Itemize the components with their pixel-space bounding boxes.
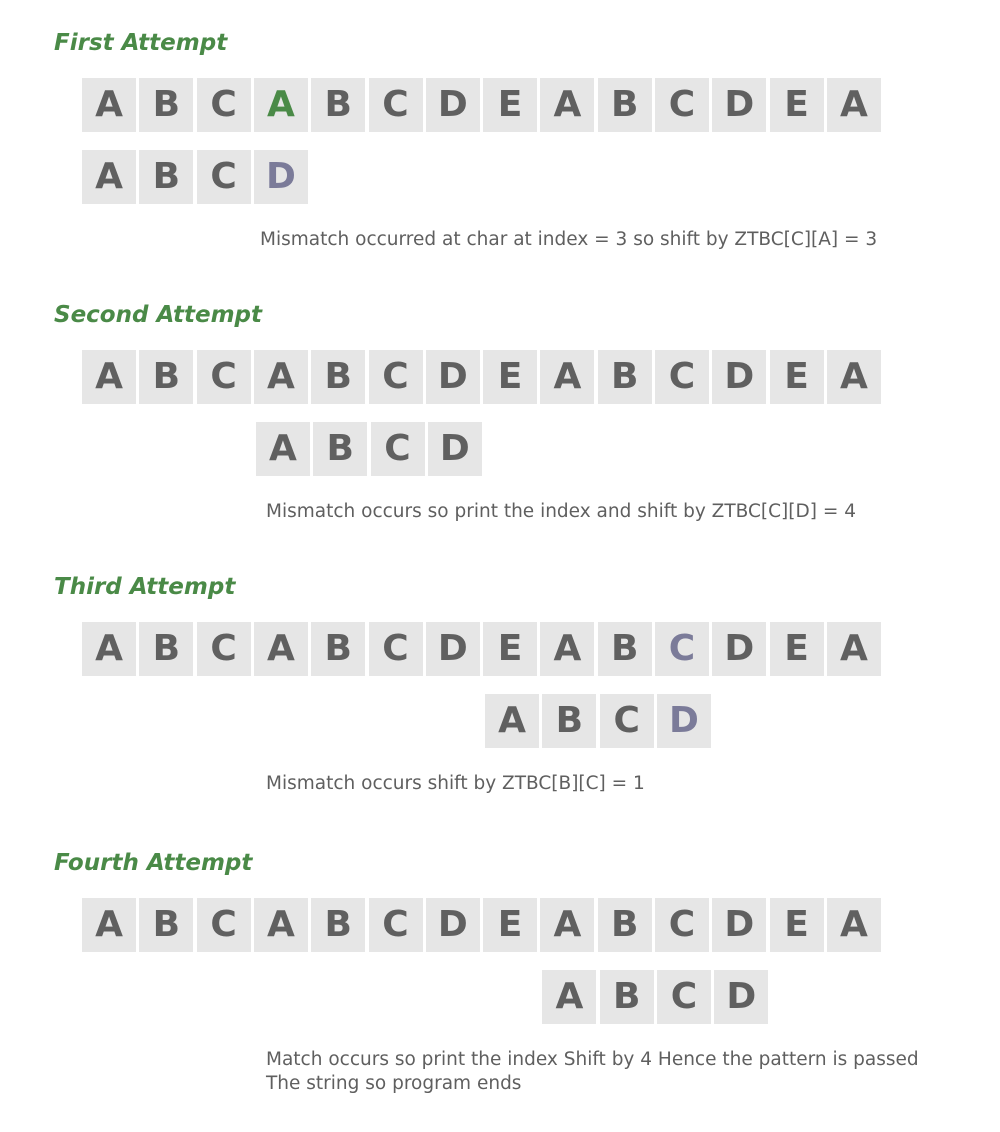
attempt-note: Match occurs so print the index Shift by… [266,1049,919,1070]
attempt-note: Mismatch occurs so print the index and s… [266,501,856,522]
text-cell: C [368,622,423,676]
text-cell: B [597,350,652,404]
attempt-title: Fourth Attempt [54,850,253,876]
text-cell: C [655,350,709,404]
pattern-cell: C [196,150,251,204]
text-cell: E [769,78,824,132]
attempt-note: Mismatch occurs shift by ZTBC[B][C] = 1 [266,773,645,794]
text-cell: A [253,78,308,132]
text-cell: A [826,78,881,132]
text-cell: B [311,898,366,952]
attempt-note: The string so program ends [266,1073,522,1094]
text-cell: D [712,78,767,132]
text-cell: D [425,78,480,132]
text-cell: A [826,350,881,404]
text-cell: B [597,898,652,952]
pattern-cell: D [427,422,482,476]
attempt-title: First Attempt [54,30,228,56]
text-cell: C [196,622,251,676]
attempt-note: Mismatch occurred at char at index = 3 s… [260,229,878,250]
pattern-cell: B [313,422,368,476]
text-cell: A [82,350,136,404]
text-cell: A [253,350,308,404]
text-cell: B [139,78,194,132]
pattern-cell: A [255,422,310,476]
pattern-cell: D [657,694,711,748]
text-cell: E [483,898,538,952]
text-cell: B [139,898,194,952]
text-cell: B [311,78,366,132]
text-cell: A [82,622,136,676]
text-cell: D [712,350,767,404]
pattern-cell: A [485,694,540,748]
text-cell: D [712,898,767,952]
text-cell: E [483,78,538,132]
text-cell: A [253,622,308,676]
pattern-cell: B [599,970,654,1024]
text-cell: E [483,622,538,676]
pattern-cell: C [657,970,711,1024]
attempt-title: Third Attempt [54,574,236,600]
text-cell: D [425,622,480,676]
text-cell: D [425,898,480,952]
text-cell: B [311,622,366,676]
text-cell: A [826,622,881,676]
text-cell: A [82,898,136,952]
pattern-cell: D [253,150,308,204]
text-cell: C [196,350,251,404]
pattern-cell: D [714,970,769,1024]
text-cell: B [139,622,194,676]
attempt-title: Second Attempt [54,302,262,328]
text-cell: E [769,350,824,404]
text-cell: C [368,898,423,952]
text-cell: A [540,78,595,132]
pattern-cell: C [599,694,654,748]
text-cell: A [253,898,308,952]
pattern-cell: B [542,694,597,748]
pattern-cell: A [542,970,597,1024]
text-cell: E [483,350,538,404]
text-cell: C [196,78,251,132]
text-cell: B [311,350,366,404]
text-cell: D [425,350,480,404]
pattern-cell: A [82,150,136,204]
pattern-cell: B [139,150,194,204]
text-cell: C [655,898,709,952]
text-cell: A [82,78,136,132]
text-cell: B [139,350,194,404]
text-cell: D [712,622,767,676]
text-cell: C [655,622,709,676]
text-cell: B [597,78,652,132]
text-cell: C [368,350,423,404]
text-cell: C [368,78,423,132]
text-cell: B [597,622,652,676]
pattern-cell: C [370,422,425,476]
text-cell: A [540,350,595,404]
text-cell: C [196,898,251,952]
text-cell: E [769,898,824,952]
text-cell: E [769,622,824,676]
text-cell: A [826,898,881,952]
text-cell: A [540,622,595,676]
text-cell: C [655,78,709,132]
text-cell: A [540,898,595,952]
